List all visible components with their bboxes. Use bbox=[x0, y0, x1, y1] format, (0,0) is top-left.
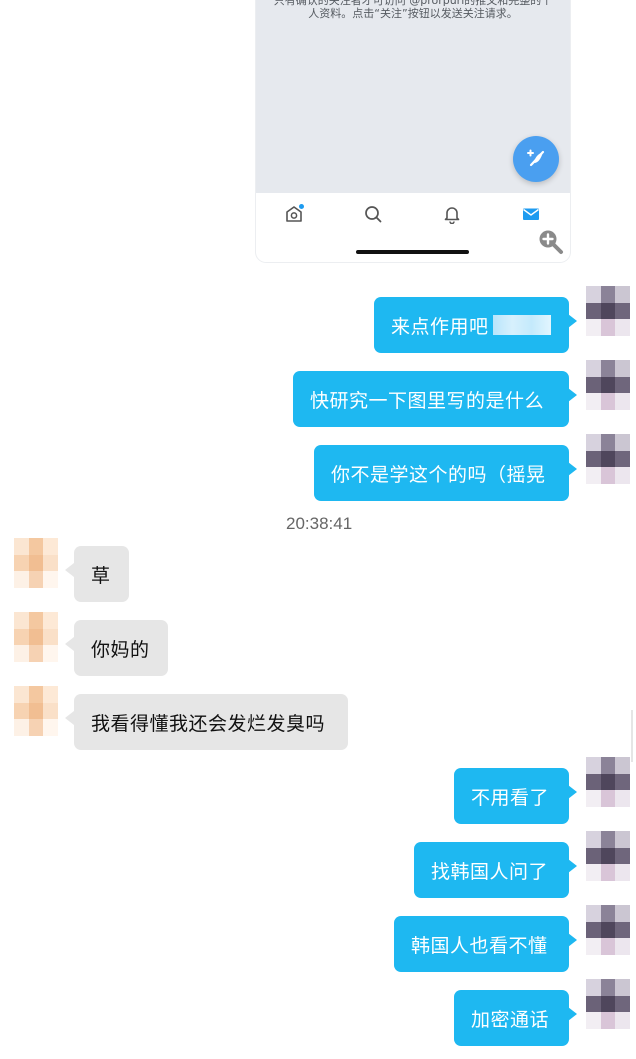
mail-icon bbox=[519, 202, 543, 226]
message-bubble-outgoing[interactable]: 找韩国人问了 bbox=[414, 842, 569, 898]
home-icon bbox=[282, 202, 306, 226]
message-text: 你妈的 bbox=[91, 638, 150, 661]
message-text: 韩国人也看不懂 bbox=[411, 934, 548, 957]
message-bubble-incoming[interactable]: 草 bbox=[74, 546, 129, 602]
protected-account-notice: 只有确认的关注者才可访问 @prorpurl的推文和完整的个人资料。点击“关注”… bbox=[273, 0, 553, 20]
bubble-tail bbox=[568, 785, 577, 799]
scroll-edge bbox=[631, 710, 633, 762]
avatar[interactable] bbox=[586, 360, 630, 410]
bubble-tail bbox=[65, 711, 74, 725]
message-bubble-outgoing[interactable]: 你不是学这个的吗（摇晃 bbox=[314, 445, 569, 501]
bubble-tail bbox=[568, 388, 577, 402]
message-text: 找韩国人问了 bbox=[431, 860, 549, 883]
message-text: 来点作用吧 bbox=[391, 315, 489, 338]
avatar[interactable] bbox=[14, 686, 58, 736]
message-text: 不用看了 bbox=[471, 786, 550, 809]
screenshot-tab-bar bbox=[256, 193, 570, 235]
message-bubble-outgoing[interactable]: 来点作用吧 bbox=[374, 297, 569, 353]
zoom-in-icon[interactable] bbox=[538, 229, 564, 255]
home-indicator bbox=[356, 250, 469, 254]
bubble-tail bbox=[568, 314, 577, 328]
avatar[interactable] bbox=[586, 905, 630, 955]
avatar[interactable] bbox=[586, 831, 630, 881]
blurred-text bbox=[492, 315, 551, 335]
message-bubble-outgoing[interactable]: 快研究一下图里写的是什么 bbox=[293, 371, 569, 427]
message-text: 草 bbox=[91, 564, 111, 587]
bubble-tail bbox=[568, 462, 577, 476]
avatar[interactable] bbox=[586, 434, 630, 484]
bubble-tail bbox=[568, 859, 577, 873]
bubble-tail bbox=[568, 933, 577, 947]
message-text: 我看得懂我还会发烂发臭吗 bbox=[91, 712, 326, 735]
avatar[interactable] bbox=[14, 612, 58, 662]
bell-icon bbox=[440, 202, 464, 226]
avatar[interactable] bbox=[586, 286, 630, 336]
message-timestamp: 20:38:41 bbox=[286, 514, 353, 533]
screenshot-content-area: 只有确认的关注者才可访问 @prorpurl的推文和完整的个人资料。点击“关注”… bbox=[256, 0, 570, 193]
compose-tweet-icon bbox=[513, 136, 559, 182]
message-text: 你不是学这个的吗（摇晃 bbox=[331, 463, 546, 486]
message-bubble-outgoing[interactable]: 加密通话 bbox=[454, 990, 569, 1046]
bubble-tail bbox=[65, 563, 74, 577]
avatar[interactable] bbox=[14, 538, 58, 588]
message-bubble-outgoing[interactable]: 不用看了 bbox=[454, 768, 569, 824]
message-text: 快研究一下图里写的是什么 bbox=[310, 389, 545, 412]
avatar[interactable] bbox=[586, 979, 630, 1029]
avatar[interactable] bbox=[586, 757, 630, 807]
message-bubble-incoming[interactable]: 你妈的 bbox=[74, 620, 168, 676]
bubble-tail bbox=[568, 1007, 577, 1021]
search-icon bbox=[361, 202, 385, 226]
message-bubble-incoming[interactable]: 我看得懂我还会发烂发臭吗 bbox=[74, 694, 348, 750]
bubble-tail bbox=[65, 637, 74, 651]
message-bubble-outgoing[interactable]: 韩国人也看不懂 bbox=[394, 916, 569, 972]
notification-dot bbox=[299, 204, 304, 209]
message-text: 加密通话 bbox=[471, 1008, 550, 1031]
shared-screenshot-image[interactable]: 只有确认的关注者才可访问 @prorpurl的推文和完整的个人资料。点击“关注”… bbox=[256, 0, 570, 262]
